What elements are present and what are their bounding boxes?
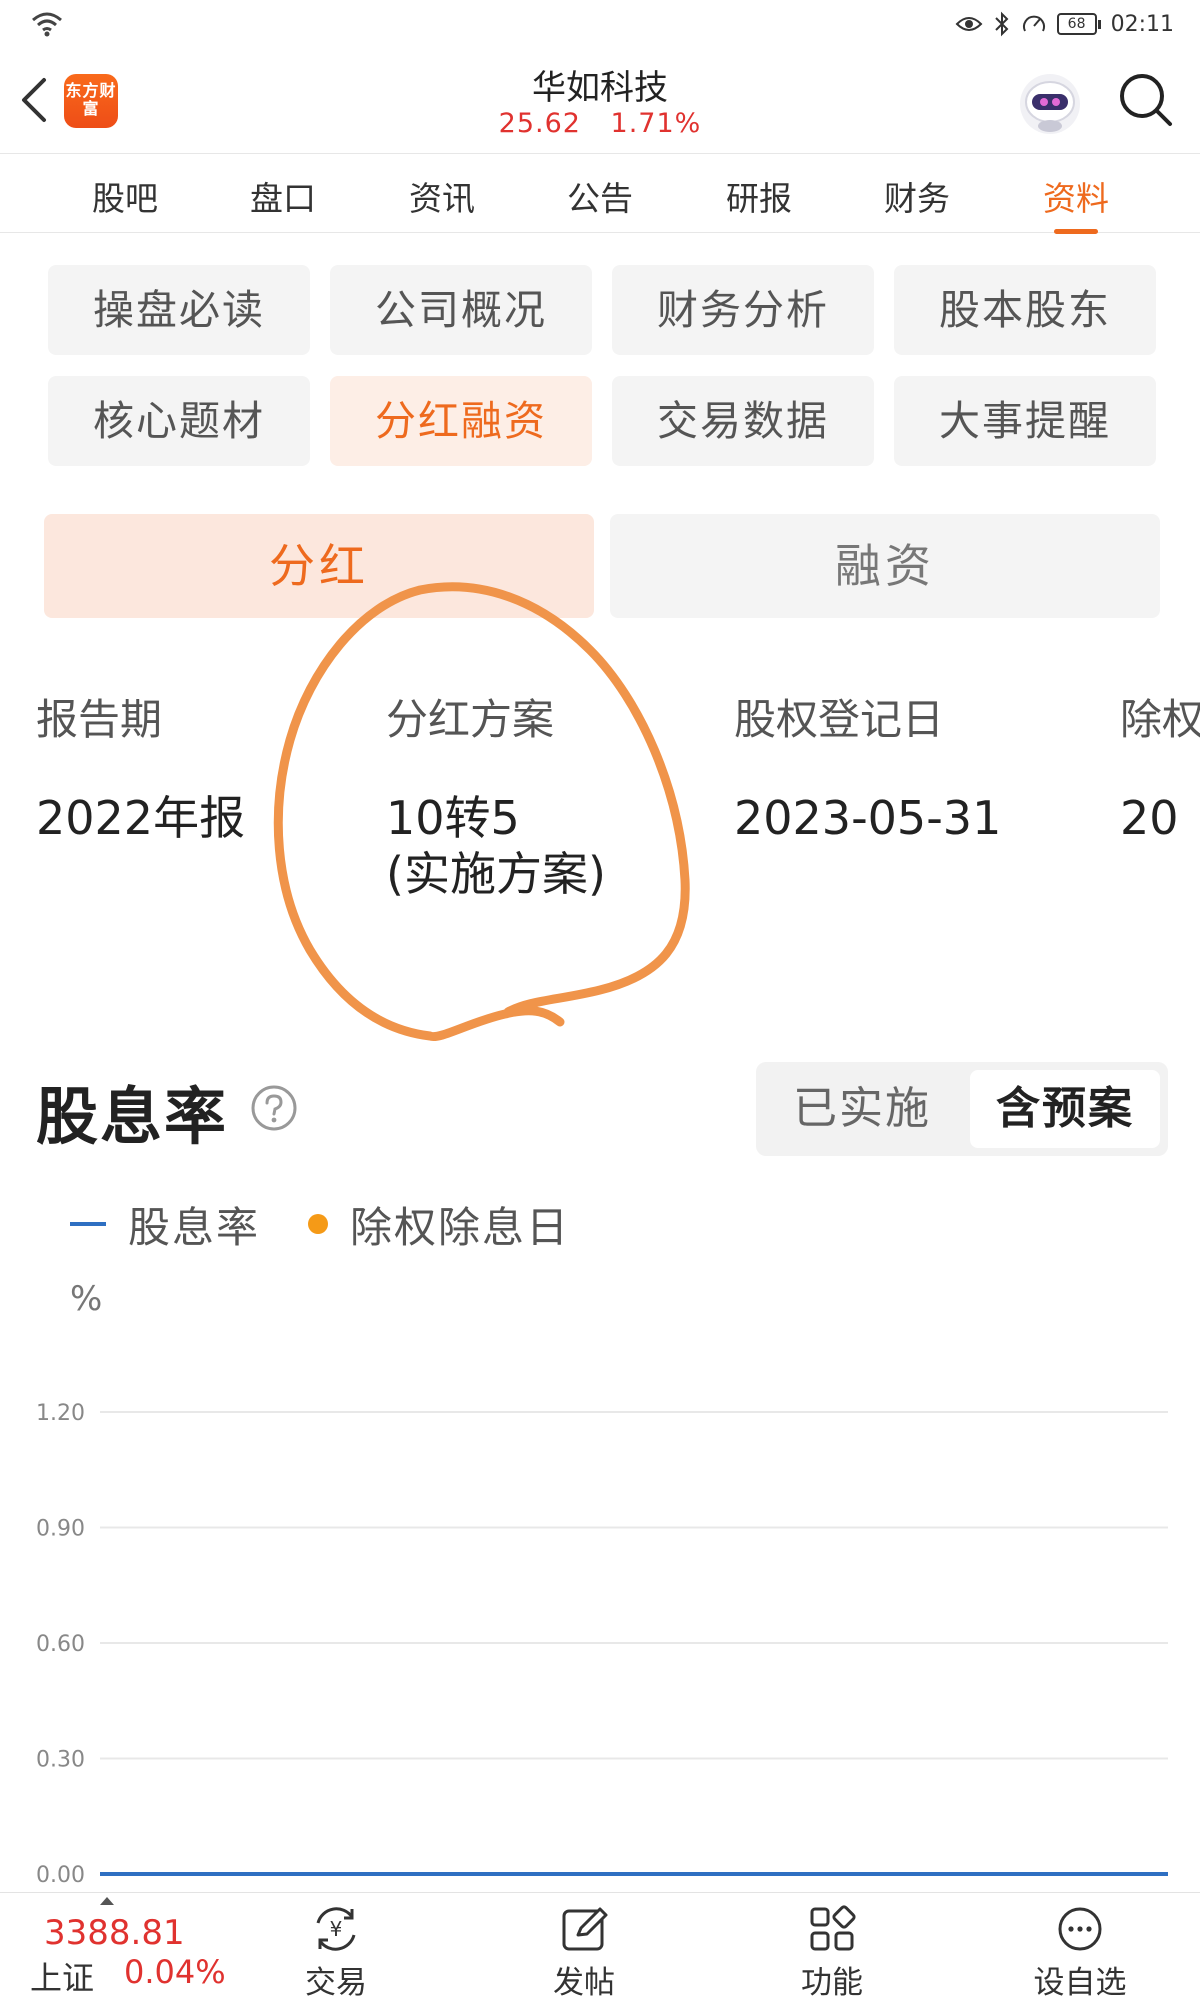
plan-status: (实施方案) xyxy=(386,847,606,901)
speed-icon xyxy=(1022,15,1045,32)
grid-btn-company-overview[interactable]: 公司概况 xyxy=(330,265,592,355)
tab-research[interactable]: 研报 xyxy=(709,172,809,220)
legend-dot-swatch xyxy=(308,1214,329,1234)
segment-dividend[interactable]: 分红 xyxy=(44,514,594,618)
chart-legend: 股息率 除权除息日 xyxy=(70,1196,570,1252)
cell-dividend-plan: 10转5 (实施方案) xyxy=(386,790,606,902)
nav-functions-label: 功能 xyxy=(801,1965,863,2000)
cell-record-date: 2023-05-31 xyxy=(734,791,1002,845)
toggle-implemented[interactable]: 已实施 xyxy=(766,1070,958,1148)
grid-btn-financial-analysis[interactable]: 财务分析 xyxy=(612,265,874,355)
y-tick-label: 0.00 xyxy=(36,1863,85,1888)
index-value[interactable]: 3388.81 xyxy=(44,1913,185,1953)
segment-financing[interactable]: 融资 xyxy=(610,514,1160,618)
grid-apps-icon xyxy=(810,1905,856,1951)
nav-post[interactable]: 发帖 xyxy=(524,1903,644,2000)
y-tick-label: 1.20 xyxy=(36,1401,85,1426)
legend-line-swatch xyxy=(70,1222,106,1226)
nav-add-watchlist[interactable]: 设自选 xyxy=(1020,1903,1140,2000)
grid-btn-shareholders[interactable]: 股本股东 xyxy=(894,265,1156,355)
plan-main: 10转5 xyxy=(386,791,520,845)
grid-btn-dividend-financing[interactable]: 分红融资 xyxy=(330,376,592,466)
grid-btn-trading-must-read[interactable]: 操盘必读 xyxy=(48,265,310,355)
bluetooth-icon xyxy=(994,11,1009,37)
back-chevron-icon[interactable] xyxy=(14,72,54,128)
dividend-table: 报告期 分红方案 股权登记日 除权 2022年报 10转5 (实施方案) 202… xyxy=(0,660,1200,930)
header-record-date: 股权登记日 xyxy=(734,695,945,744)
index-name[interactable]: 上证 xyxy=(30,1953,94,1999)
yield-mode-toggle: 已实施 含预案 xyxy=(756,1062,1168,1156)
nav-trade-label: 交易 xyxy=(305,1965,367,2000)
toggle-include-proposals[interactable]: 含预案 xyxy=(970,1070,1160,1148)
dividend-yield-title: 股息率 xyxy=(36,1080,229,1153)
tab-guba[interactable]: 股吧 xyxy=(75,172,175,220)
tab-announcements[interactable]: 公告 xyxy=(550,172,650,220)
legend-series-label: 股息率 xyxy=(128,1202,261,1252)
stock-price: 25.62 xyxy=(498,108,581,139)
active-tab-indicator xyxy=(1054,229,1098,234)
battery-indicator: 68 xyxy=(1056,13,1101,35)
search-icon[interactable] xyxy=(1116,70,1176,130)
cell-report-period: 2022年报 xyxy=(36,791,246,845)
nav-trade[interactable]: ¥ 交易 xyxy=(276,1903,396,2000)
y-tick-label: 0.30 xyxy=(36,1748,85,1773)
nav-functions[interactable]: 功能 xyxy=(772,1903,892,2000)
nav-add-watchlist-label: 设自选 xyxy=(1033,1965,1127,2000)
index-caret-icon xyxy=(100,1897,114,1905)
header: 东方财富 华如科技 25.62 1.71% xyxy=(0,50,1200,152)
nav-post-label: 发帖 xyxy=(553,1965,615,2000)
grid-btn-event-reminders[interactable]: 大事提醒 xyxy=(894,376,1156,466)
stock-change-pct: 1.71% xyxy=(610,108,702,139)
post-edit-icon xyxy=(562,1907,608,1951)
legend-marker-label: 除权除息日 xyxy=(350,1202,571,1252)
y-tick-label: 0.90 xyxy=(36,1517,85,1542)
cell-ex-date: 20 xyxy=(1120,791,1179,845)
grid-btn-core-themes[interactable]: 核心题材 xyxy=(48,376,310,466)
index-change[interactable]: 0.04% xyxy=(124,1953,226,1991)
header-report-period: 报告期 xyxy=(36,695,163,744)
y-axis-unit: % xyxy=(70,1279,102,1319)
trade-yuan-icon: ¥ xyxy=(316,1907,356,1951)
stock-quote: 25.62 1.71% xyxy=(400,108,800,139)
robot-assistant-icon[interactable] xyxy=(1016,70,1084,138)
stock-name: 华如科技 xyxy=(532,68,668,108)
tab-pankou[interactable]: 盘口 xyxy=(233,172,333,220)
header-dividend-plan: 分红方案 xyxy=(386,695,555,744)
tab-finance[interactable]: 财务 xyxy=(867,172,967,220)
more-circle-icon xyxy=(1058,1907,1102,1951)
wifi-icon xyxy=(32,12,62,37)
help-question-icon[interactable] xyxy=(250,1084,298,1132)
app-logo[interactable]: 东方财富 xyxy=(64,74,118,128)
tab-profile[interactable]: 资料 xyxy=(1026,172,1126,234)
battery-level: 68 xyxy=(1056,13,1097,35)
svg-text:¥: ¥ xyxy=(330,1917,343,1941)
header-ex-date: 除权 xyxy=(1120,695,1200,744)
section-tabs: 股吧 盘口 资讯 公告 研报 财务 资料 xyxy=(0,153,1200,234)
clock: 02:11 xyxy=(1110,11,1174,37)
grid-btn-trading-data[interactable]: 交易数据 xyxy=(612,376,874,466)
dividend-yield-chart: % 1.20 0.90 0.60 0.30 0.00 xyxy=(36,1279,1168,1888)
eye-icon xyxy=(955,17,983,31)
bottom-bar: 3388.81 上证 0.04% ¥ 交易 发帖 功能 设自选 xyxy=(0,1892,1200,2000)
tab-news[interactable]: 资讯 xyxy=(392,172,492,220)
y-tick-label: 0.60 xyxy=(36,1632,85,1657)
status-bar: 68 02:11 xyxy=(0,0,1200,50)
